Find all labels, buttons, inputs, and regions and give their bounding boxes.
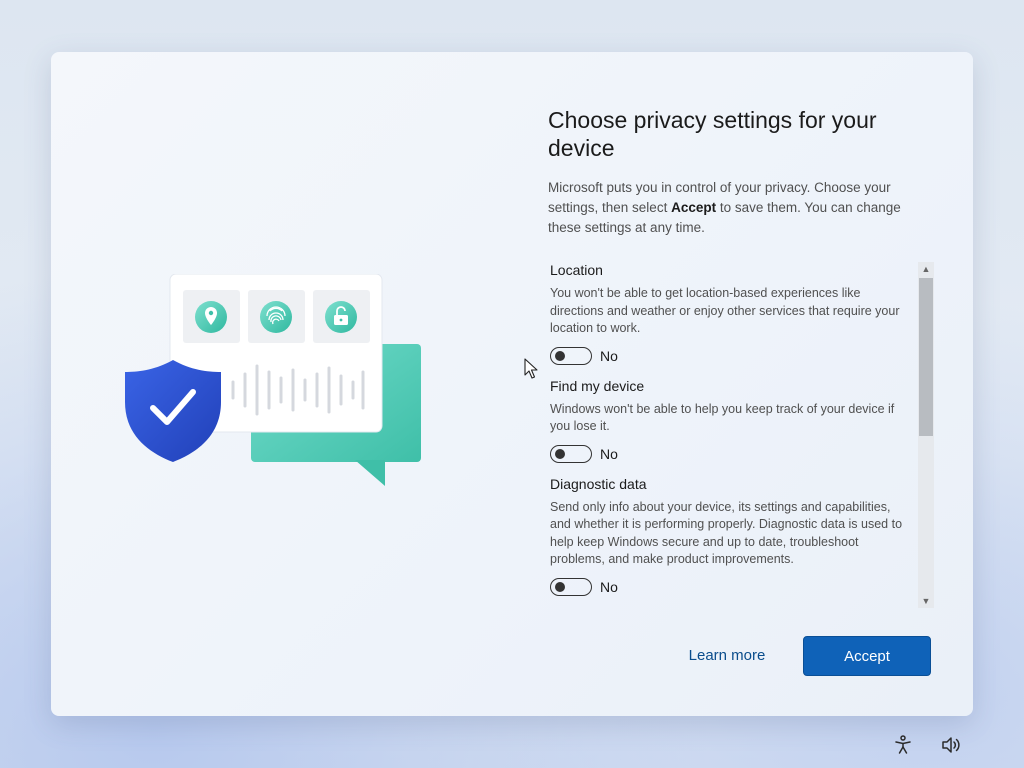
scrollbar-thumb[interactable] — [919, 278, 933, 436]
toggle-knob — [555, 448, 565, 459]
intro-accept-bold: Accept — [671, 200, 717, 215]
accessibility-icon[interactable] — [892, 734, 914, 756]
settings-scrollbar[interactable]: ▲ ▼ — [918, 262, 934, 608]
setting-description: Windows won't be able to help you keep t… — [550, 401, 895, 434]
setting-description: Send only info about your device, its se… — [550, 499, 903, 567]
learn-more-link[interactable]: Learn more — [673, 636, 781, 676]
toggle-state-label: No — [600, 347, 618, 364]
diagnostic-data-toggle[interactable] — [550, 577, 592, 596]
toggle-knob — [555, 581, 565, 592]
accept-button[interactable]: Accept — [803, 636, 931, 676]
setting-title: Location — [550, 262, 603, 278]
settings-list: Location You won't be able to get locati… — [550, 262, 912, 608]
toggle-row: No — [550, 444, 912, 464]
setting-description: You won't be able to get location-based … — [550, 286, 900, 335]
fingerprint-icon — [260, 301, 292, 333]
mouse-cursor-icon — [524, 358, 538, 379]
privacy-illustration — [123, 273, 423, 490]
location-toggle[interactable] — [550, 346, 592, 365]
privacy-dialog: Choose privacy settings for your device … — [51, 52, 973, 716]
toggle-row: No — [550, 346, 912, 366]
setting-location: Location You won't be able to get locati… — [550, 262, 912, 366]
setting-title: Diagnostic data — [550, 475, 647, 492]
page-title: Choose privacy settings for your device — [548, 107, 877, 161]
volume-icon[interactable] — [940, 734, 962, 756]
toggle-row: No — [550, 577, 912, 597]
toggle-knob — [555, 350, 565, 361]
setting-find-my-device: Find my device Windows won't be able to … — [550, 378, 912, 464]
shield-check-icon — [125, 360, 221, 462]
intro-text: Microsoft puts you in control of your pr… — [548, 178, 918, 238]
toggle-state-label: No — [600, 578, 618, 595]
scroll-up-icon[interactable]: ▲ — [918, 262, 934, 276]
setting-diagnostic-data: Diagnostic data Send only info about you… — [550, 476, 912, 597]
toggle-state-label: No — [600, 445, 618, 462]
unlock-icon — [325, 301, 357, 333]
location-pin-icon — [195, 301, 227, 333]
find-my-device-toggle[interactable] — [550, 444, 592, 463]
scroll-down-icon[interactable]: ▼ — [918, 594, 934, 608]
setting-title: Find my device — [550, 377, 645, 394]
